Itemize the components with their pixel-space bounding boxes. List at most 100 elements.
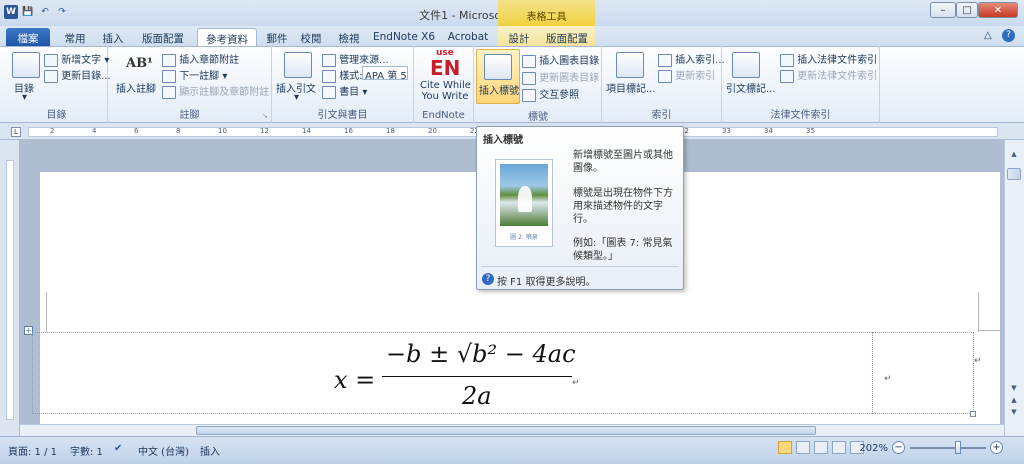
ruler-number: 20 — [428, 127, 437, 135]
fountain-photo — [500, 164, 548, 226]
scroll-up-icon[interactable]: ▲ — [1007, 150, 1021, 160]
zoom-level[interactable]: 202% — [858, 443, 888, 454]
full-screen-view-icon[interactable] — [796, 441, 810, 454]
bibliography-button[interactable]: 書目 ▾ — [322, 83, 367, 99]
tooltip-desc-1: 新增標號至圖片或其他圖像。 — [573, 150, 673, 174]
margin-guide-right — [978, 292, 979, 332]
insert-table-figures-button[interactable]: 插入圖表目錄 — [522, 52, 599, 68]
redo-icon[interactable]: ↷ — [55, 5, 69, 19]
tooltip-help-text: 按 F1 取得更多說明。 — [497, 277, 596, 288]
horizontal-scroll-thumb[interactable] — [196, 426, 816, 435]
zoom-slider-thumb[interactable] — [954, 441, 961, 454]
group-label-endnote: EndNote — [422, 110, 465, 121]
quick-access-toolbar: W 💾 ↶ ↷ — [4, 5, 69, 21]
mark-entry-icon — [616, 52, 644, 78]
context-group-table-tools: 表格工具 — [498, 0, 595, 26]
tab-design[interactable]: 設計 — [504, 28, 534, 46]
tab-selector-icon[interactable]: L — [11, 127, 21, 137]
vertical-scroll-thumb[interactable] — [1007, 168, 1021, 180]
help-icon[interactable]: ? — [1002, 29, 1015, 42]
add-text-icon — [44, 53, 58, 67]
style-select[interactable]: APA 第 5 — [362, 66, 408, 80]
status-mode[interactable]: 插入 — [200, 443, 220, 458]
mark-entry-button[interactable]: 項目標記... — [606, 80, 656, 95]
undo-icon[interactable]: ↶ — [38, 5, 52, 19]
tab-references[interactable]: 參考資料 — [197, 28, 257, 46]
minimize-button[interactable]: – — [930, 2, 956, 18]
insert-index-button[interactable]: 插入索引... — [658, 51, 725, 67]
group-label-toc: 目錄 — [46, 110, 67, 121]
zoom-out-icon[interactable]: − — [892, 441, 905, 454]
style-label: 樣式: — [339, 71, 363, 82]
maximize-button[interactable]: □ — [956, 2, 978, 18]
web-layout-view-icon[interactable] — [814, 441, 828, 454]
tab-endnote[interactable]: EndNote X6 — [372, 28, 436, 46]
ribbon-minimize-icon[interactable]: △ — [984, 30, 992, 41]
tab-mailings[interactable]: 郵件 — [262, 28, 292, 46]
tab-view[interactable]: 檢視 — [334, 28, 364, 46]
insert-table-figures-label: 插入圖表目錄 — [539, 56, 600, 67]
next-footnote-button[interactable]: 下一註腳 ▾ — [162, 67, 227, 83]
table-resize-handle-icon[interactable] — [970, 411, 976, 417]
tab-page-layout[interactable]: 版面配置 — [138, 28, 188, 46]
update-authorities-button[interactable]: 更新法律文件索引 — [780, 67, 877, 83]
status-page[interactable]: 頁面: 1 / 1 — [8, 443, 57, 458]
manage-sources-icon — [322, 53, 336, 67]
update-index-button[interactable]: 更新索引 — [658, 67, 715, 83]
scroll-down-icon[interactable]: ▼ — [1007, 384, 1021, 394]
close-button[interactable]: ✕ — [978, 2, 1018, 18]
fraction-bar — [382, 376, 572, 377]
zoom-in-icon[interactable]: + — [990, 441, 1003, 454]
tab-file[interactable]: 檔案 — [6, 28, 50, 46]
update-table-figures-button[interactable]: 更新圖表目錄 — [522, 69, 599, 85]
style-row: 樣式: — [322, 67, 363, 83]
window-title: 文件1 - Microsoft Word — [419, 9, 541, 22]
insert-endnote-label: 插入章節附註 — [179, 55, 240, 66]
insert-citation-dropdown-icon[interactable]: ▾ — [294, 92, 299, 103]
insert-caption-button[interactable]: 插入標號 — [476, 49, 520, 104]
update-table-button[interactable]: 更新目錄... — [44, 67, 111, 83]
status-language[interactable]: 中文 (台灣) — [138, 443, 189, 458]
tab-insert[interactable]: 插入 — [98, 28, 128, 46]
tooltip-caption-sample: 圖 2: 噴泉 — [510, 234, 538, 241]
prev-page-icon[interactable]: ▲ — [1007, 396, 1021, 406]
manage-sources-label: 管理來源... — [339, 55, 389, 66]
add-text-button[interactable]: 新增文字 ▾ — [44, 51, 109, 67]
save-icon[interactable]: 💾 — [21, 5, 35, 19]
table-figures-icon — [522, 54, 536, 68]
insert-authorities-icon — [780, 53, 794, 67]
tab-table-layout[interactable]: 版面配置 — [542, 28, 592, 46]
word-app-icon[interactable]: W — [4, 5, 18, 19]
proofing-icon[interactable]: ✔ — [114, 443, 122, 454]
tab-home[interactable]: 常用 — [60, 28, 90, 46]
update-authorities-icon — [780, 69, 794, 83]
style-icon — [322, 69, 336, 83]
group-label-citations: 引文與書目 — [317, 110, 368, 121]
print-layout-view-icon[interactable] — [778, 441, 792, 454]
footnote-dialog-launcher-icon[interactable]: ↘ — [262, 112, 268, 120]
status-words[interactable]: 字數: 1 — [70, 443, 103, 458]
mark-citation-button[interactable]: 引文標記... — [726, 80, 776, 95]
zoom-slider-track[interactable] — [910, 447, 986, 449]
next-page-icon[interactable]: ▼ — [1007, 408, 1021, 418]
margin-guide-left — [46, 292, 47, 332]
insert-caption-tooltip: 插入標號 圖 2: 噴泉 新增標號至圖片或其他圖像。 標號是出現在物件下方用來描… — [476, 126, 684, 290]
cross-reference-button[interactable]: 交互參照 — [522, 86, 579, 102]
insert-footnote-icon: AB¹ — [126, 56, 153, 71]
outline-view-icon[interactable] — [832, 441, 846, 454]
update-table-icon — [44, 69, 58, 83]
tab-review[interactable]: 校閱 — [296, 28, 326, 46]
tab-acrobat[interactable]: Acrobat — [446, 28, 490, 46]
update-table-label: 更新目錄... — [61, 71, 111, 82]
group-label-index: 索引 — [651, 110, 672, 121]
insert-caption-label: 插入標號 — [479, 86, 519, 97]
insert-endnote-button[interactable]: 插入章節附註 — [162, 51, 239, 67]
cross-reference-icon — [522, 88, 536, 102]
insert-footnote-button[interactable]: 插入註腳 — [116, 80, 156, 95]
update-figures-icon — [522, 71, 536, 85]
insert-authorities-button[interactable]: 插入法律文件索引 — [780, 51, 877, 67]
cite-while-you-write-button[interactable]: Cite While You Write — [420, 80, 471, 102]
toc-dropdown-icon[interactable]: ▾ — [22, 92, 27, 103]
show-notes-button[interactable]: 顯示註腳及章節附註 — [162, 83, 269, 99]
manage-sources-button[interactable]: 管理來源... — [322, 51, 389, 67]
